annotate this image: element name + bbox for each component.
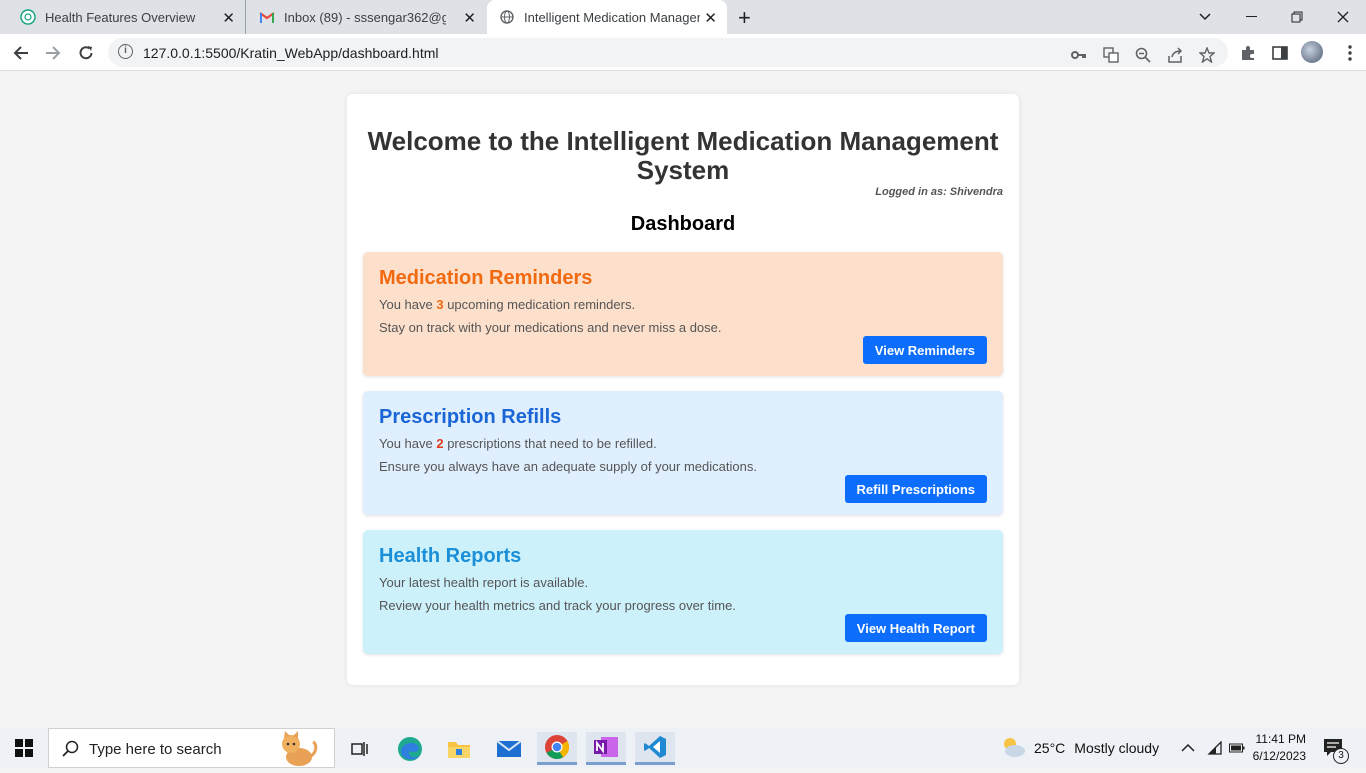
chrome-icon[interactable] (537, 732, 577, 765)
forward-icon[interactable] (40, 40, 66, 66)
openai-icon (20, 9, 36, 25)
url-text[interactable]: 127.0.0.1:5500/Kratin_WebApp/dashboard.h… (143, 45, 439, 61)
bookmark-star-icon[interactable] (1198, 46, 1216, 64)
page-viewport: Welcome to the Intelligent Medication Ma… (0, 72, 1366, 728)
notification-count-badge: 3 (1333, 748, 1349, 764)
tab-close-icon[interactable]: ✕ (222, 9, 235, 27)
reminder-count: 3 (436, 297, 444, 312)
page-title: Welcome to the Intelligent Medication Ma… (367, 126, 999, 185)
weather-widget[interactable]: 25°C Mostly cloudy (1000, 728, 1159, 768)
reload-icon[interactable] (73, 40, 99, 66)
tab-close-icon[interactable]: ✕ (463, 9, 476, 27)
panel-summary: You have 3 upcoming medication reminders… (379, 297, 635, 312)
tab-close-icon[interactable]: ✕ (704, 9, 717, 27)
weather-temp: 25°C (1034, 740, 1066, 756)
edge-icon[interactable] (390, 732, 430, 765)
tab-gmail-inbox[interactable]: Inbox (89) - sssengar362@gmail. ✕ (248, 0, 486, 34)
refill-prescriptions-button[interactable]: Refill Prescriptions (844, 475, 987, 503)
cloudy-weather-icon (1000, 736, 1026, 761)
panel-description: Ensure you always have an adequate suppl… (379, 459, 757, 474)
windows-start-icon[interactable] (0, 728, 48, 768)
tab-title: Inbox (89) - sssengar362@gmail. (284, 9, 446, 25)
clock-date: 6/12/2023 (1252, 749, 1306, 763)
back-icon[interactable] (8, 40, 34, 66)
panel-description: Stay on track with your medications and … (379, 320, 722, 335)
vscode-icon[interactable] (635, 732, 675, 765)
minimize-icon[interactable] (1228, 0, 1274, 34)
summary-suffix: Your latest health report is available. (379, 575, 589, 590)
notification-center-icon[interactable]: 3 (1323, 728, 1349, 768)
tab-title: Health Features Overview (45, 9, 196, 25)
health-reports-panel: Health Reports Your latest health report… (363, 530, 1003, 654)
panel-heading: Medication Reminders (379, 267, 593, 289)
panel-heading: Prescription Refills (379, 406, 562, 428)
site-info-icon[interactable]: i (118, 44, 133, 59)
weather-desc: Mostly cloudy (1074, 740, 1160, 756)
view-health-report-button[interactable]: View Health Report (844, 614, 987, 642)
dashboard-container: Welcome to the Intelligent Medication Ma… (347, 94, 1019, 685)
new-tab-button[interactable]: + (738, 5, 751, 31)
clock-time: 11:41 PM (1255, 732, 1306, 746)
zoom-icon[interactable] (1134, 46, 1152, 64)
browser-toolbar: i 127.0.0.1:5500/Kratin_WebApp/dashboard… (0, 34, 1366, 71)
mail-icon[interactable] (489, 732, 529, 765)
file-explorer-icon[interactable] (439, 732, 479, 765)
battery-icon[interactable] (1229, 728, 1245, 768)
cat-illustration-icon (275, 730, 319, 773)
search-placeholder[interactable]: Type here to search (89, 741, 222, 758)
restore-icon[interactable] (1274, 0, 1320, 34)
translate-icon[interactable] (1102, 46, 1120, 64)
taskbar-search-box[interactable]: Type here to search (48, 728, 335, 768)
dashboard-heading: Dashboard (630, 213, 736, 235)
key-icon[interactable] (1070, 46, 1088, 64)
summary-prefix: You have (379, 297, 437, 312)
profile-avatar[interactable] (1301, 41, 1323, 63)
side-panel-icon[interactable] (1270, 43, 1290, 63)
windows-taskbar: Type here to search 25°C Mostly cloudy 1… (0, 728, 1366, 768)
medication-reminders-panel: Medication Reminders You have 3 upcoming… (363, 252, 1003, 376)
panel-summary: You have 2 prescriptions that need to be… (379, 436, 657, 451)
onenote-icon[interactable] (586, 732, 626, 765)
wifi-icon[interactable] (1207, 728, 1223, 768)
refill-count: 2 (436, 436, 444, 451)
prescription-refills-panel: Prescription Refills You have 2 prescrip… (363, 391, 1003, 515)
view-reminders-button[interactable]: View Reminders (862, 336, 987, 364)
close-window-icon[interactable] (1320, 0, 1366, 34)
globe-icon (499, 9, 515, 25)
tab-health-features[interactable]: Health Features Overview ✕ (8, 0, 246, 34)
panel-description: Review your health metrics and track you… (379, 598, 736, 613)
browser-tab-strip: Health Features Overview ✕ Inbox (89) - … (0, 0, 1366, 34)
summary-prefix: You have (379, 436, 437, 451)
extensions-puzzle-icon[interactable] (1238, 43, 1258, 63)
panel-summary: Your latest health report is available. (379, 575, 588, 590)
menu-kebab-icon[interactable] (1340, 43, 1360, 63)
summary-suffix: prescriptions that need to be refilled. (443, 436, 657, 451)
gmail-icon (259, 9, 275, 25)
share-icon[interactable] (1166, 46, 1184, 64)
tray-chevron-icon[interactable] (1181, 728, 1195, 768)
address-bar[interactable]: i 127.0.0.1:5500/Kratin_WebApp/dashboard… (108, 38, 1228, 67)
search-icon (62, 740, 80, 763)
task-view-icon[interactable] (340, 732, 380, 765)
logged-in-user: Logged in as: Shivendra (875, 186, 1003, 198)
clock[interactable]: 11:41 PM 6/12/2023 (1252, 728, 1306, 768)
panel-heading: Health Reports (379, 545, 522, 567)
summary-suffix: upcoming medication reminders. (443, 297, 636, 312)
tab-title: Intelligent Medication Managem (524, 9, 700, 25)
tab-search-icon[interactable] (1182, 0, 1228, 34)
tab-medication-management[interactable]: Intelligent Medication Managem ✕ (487, 0, 727, 34)
